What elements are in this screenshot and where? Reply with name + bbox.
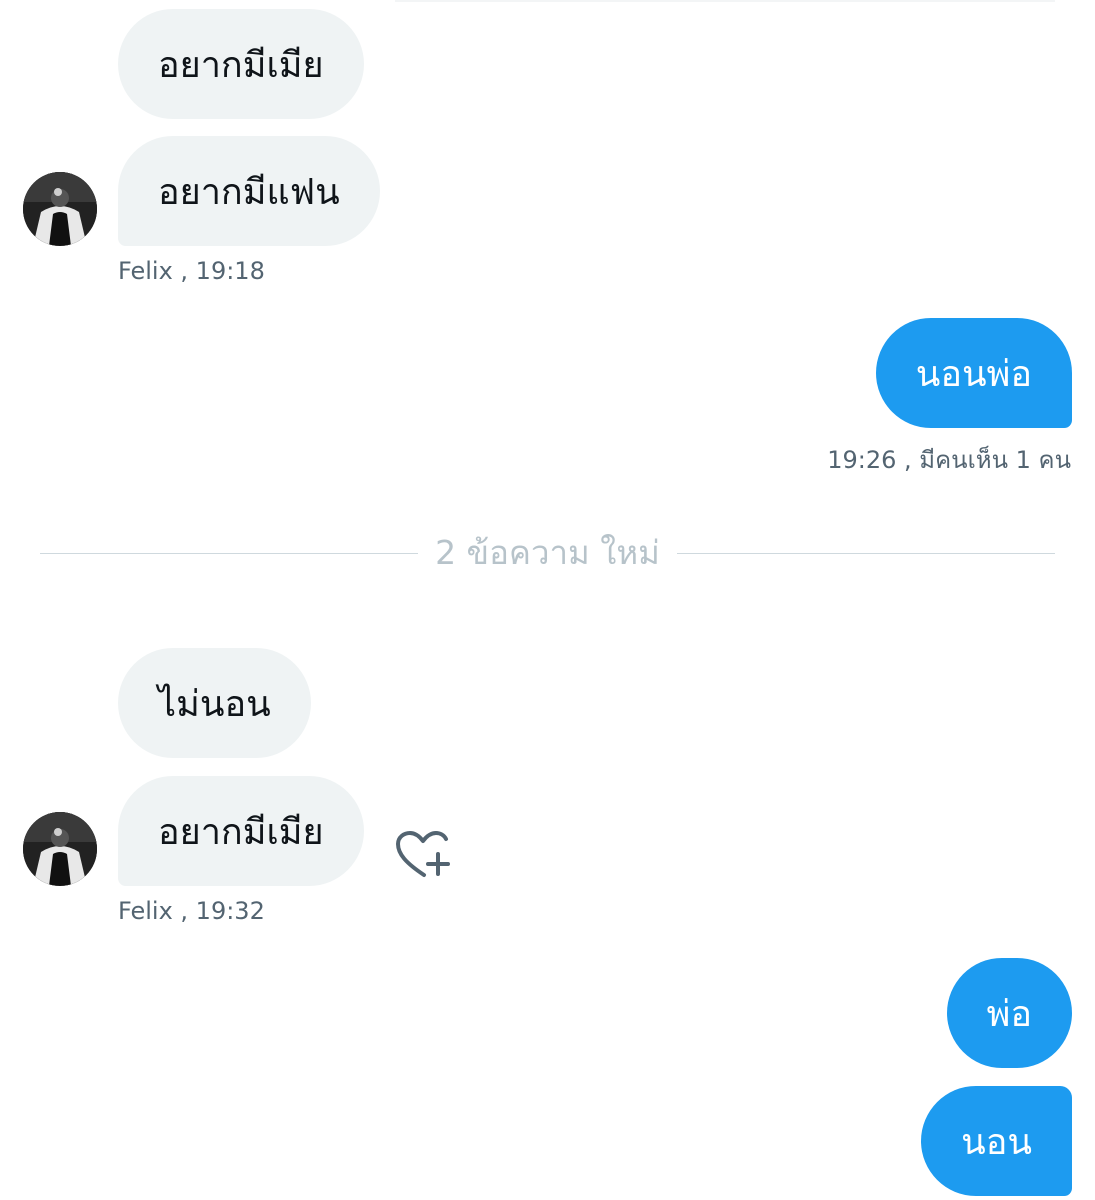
incoming-message-bubble[interactable]: อยากมีเมีย — [118, 9, 364, 119]
incoming-message-bubble[interactable]: อยากมีเมีย — [118, 776, 364, 886]
avatar-image — [23, 812, 97, 886]
message-text: นอน — [961, 1121, 1032, 1163]
avatar[interactable] — [23, 812, 97, 886]
message-meta: 19:26 , มีคนเห็น 1 คน — [827, 446, 1071, 474]
outgoing-message-bubble[interactable]: พ่อ — [946, 958, 1072, 1068]
message-meta: Felix , 19:32 — [118, 897, 265, 925]
message-text: ไม่นอน — [158, 683, 271, 725]
divider-label: 2 ข้อความ ใหม่ — [435, 533, 660, 572]
outgoing-message-bubble[interactable]: นอน — [921, 1086, 1072, 1196]
message-text: อยากมีเมีย — [158, 44, 324, 86]
incoming-message-bubble[interactable]: ไม่นอน — [118, 648, 311, 758]
message-text: นอนพ่อ — [915, 353, 1032, 395]
add-reaction-button[interactable] — [394, 830, 452, 880]
new-messages-divider: 2 ข้อความ ใหม่ — [40, 532, 1055, 574]
incoming-message-bubble[interactable]: อยากมีแฟน — [118, 136, 380, 246]
message-text: อยากมีแฟน — [158, 171, 340, 213]
avatar-image — [23, 172, 97, 246]
message-text: พ่อ — [986, 993, 1032, 1035]
heart-plus-icon — [396, 831, 450, 877]
message-meta: Felix , 19:18 — [118, 257, 265, 285]
top-edge — [395, 0, 1055, 2]
outgoing-message-bubble[interactable]: นอนพ่อ — [875, 318, 1072, 428]
message-text: อยากมีเมีย — [158, 811, 324, 853]
avatar[interactable] — [23, 172, 97, 246]
